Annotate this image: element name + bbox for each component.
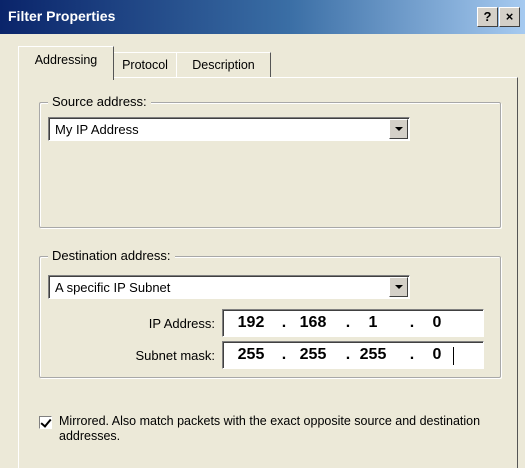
chevron-down-icon[interactable] [389,277,408,297]
mirrored-checkbox[interactable] [39,416,52,429]
text-cursor [453,347,454,365]
ip-octet-2[interactable]: 168 [293,314,333,332]
title-bar[interactable]: Filter Properties ? × [0,0,525,34]
source-address-value: My IP Address [55,122,139,137]
window-title: Filter Properties [8,8,116,24]
filter-properties-dialog: Filter Properties ? × Addressing Protoco… [0,0,525,468]
mask-octet-4[interactable]: 0 [417,346,457,364]
source-address-dropdown[interactable]: My IP Address [48,117,410,141]
ip-octet-3[interactable]: 1 [353,314,393,332]
ip-octet-4[interactable]: 0 [417,314,457,332]
ip-dot: . [281,314,287,331]
tab-protocol[interactable]: Protocol [113,52,177,78]
addressing-panel: Source address: My IP Address Destinatio… [18,77,518,468]
mask-octet-2[interactable]: 255 [293,346,333,364]
mask-dot: . [281,346,287,363]
destination-address-legend: Destination address: [48,248,175,263]
ip-address-label: IP Address: [148,316,215,331]
ip-dot: . [409,314,415,331]
subnet-mask-label: Subnet mask: [135,348,216,363]
source-address-group: Source address: My IP Address [39,94,501,228]
subnet-mask-field[interactable]: 255 . 255 . 255 . 0 [222,341,484,369]
source-address-legend: Source address: [48,94,151,109]
ip-dot: . [345,314,351,331]
close-button[interactable]: × [499,7,520,27]
tab-addressing[interactable]: Addressing [18,46,114,80]
ip-address-field[interactable]: 192 . 168 . 1 . 0 [222,309,484,337]
destination-address-dropdown[interactable]: A specific IP Subnet [48,275,410,299]
mirrored-label[interactable]: Mirrored. Also match packets with the ex… [59,414,499,444]
help-button[interactable]: ? [477,7,498,27]
mask-dot: . [409,346,415,363]
mask-octet-1[interactable]: 255 [231,346,271,364]
mask-octet-3[interactable]: 255 [353,346,393,364]
destination-address-value: A specific IP Subnet [55,280,171,295]
chevron-down-icon[interactable] [389,119,408,139]
ip-octet-1[interactable]: 192 [231,314,271,332]
tab-description[interactable]: Description [176,52,271,78]
destination-address-group: Destination address: A specific IP Subne… [39,248,501,378]
mask-dot: . [345,346,351,363]
